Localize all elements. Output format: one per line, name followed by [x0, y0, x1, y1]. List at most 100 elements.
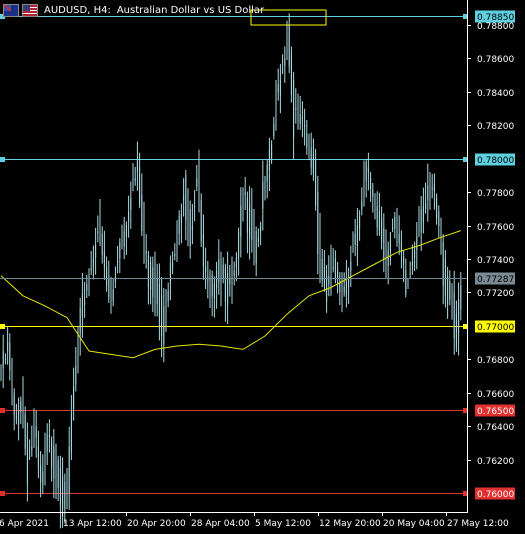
line-handle[interactable] [0, 157, 5, 162]
price-tick-label: 0.77800 [477, 189, 514, 199]
candle-body [458, 299, 460, 335]
candle-body [37, 445, 39, 467]
candle-body [389, 239, 391, 251]
candle-body [77, 332, 79, 360]
candle-body [271, 144, 273, 159]
candle-body [429, 186, 431, 195]
candle-body [345, 281, 347, 296]
candle-body [205, 267, 207, 273]
candles [0, 13, 462, 529]
candle-body [433, 183, 435, 192]
candle-body [312, 153, 314, 174]
candle-body [185, 175, 187, 221]
candle-body [436, 197, 438, 219]
candle-body [414, 250, 416, 258]
candle-body [18, 409, 20, 425]
candle-body [367, 166, 369, 174]
candle-body [22, 392, 24, 425]
candle-body [42, 471, 44, 485]
candle-body [332, 267, 334, 269]
line-price-tag-text: 0.78000 [477, 156, 514, 166]
candle-body [117, 261, 119, 263]
candle-body [125, 225, 127, 238]
candle-body [233, 270, 235, 276]
candle-body [191, 225, 193, 229]
candle-body [130, 197, 132, 211]
candle-body [323, 267, 325, 288]
candle-body [376, 206, 378, 228]
candle-body [370, 178, 372, 190]
candle-body [134, 178, 136, 181]
candle-body [180, 214, 182, 224]
price-chart[interactable]: 0.78800 0.78600 0.78400 0.78200 0.77800 0.776… [0, 0, 525, 534]
candle-body [196, 178, 198, 187]
time-tick-label: 6 Apr 2021 [0, 519, 49, 529]
time-tick-label: 20 May 04:00 [383, 519, 445, 529]
price-tick-label: 0.77400 [477, 256, 514, 266]
line-handle[interactable] [0, 408, 5, 413]
candle-body [295, 108, 297, 110]
candle-body [86, 284, 88, 291]
line-price-tag-text: 0.78850 [477, 13, 514, 23]
candle-body [128, 211, 130, 222]
candle-body [48, 434, 50, 438]
candle-body [112, 289, 114, 301]
candle-body [352, 245, 354, 248]
candle-body [235, 257, 237, 268]
candle-body [449, 281, 451, 300]
candle-body [64, 482, 66, 510]
candle-body [229, 278, 231, 285]
candle-body [84, 300, 86, 305]
us-flag-icon [22, 3, 38, 17]
current-price-tag-text: 0.77287 [477, 275, 514, 285]
line-handle[interactable] [0, 324, 5, 329]
candle-body [108, 278, 110, 298]
horizontal-lines[interactable] [0, 14, 468, 496]
candle-body [35, 426, 37, 438]
candle-body [99, 217, 101, 228]
candle-body [293, 80, 295, 139]
candle-body [249, 203, 251, 239]
candle-body [304, 125, 306, 127]
candle-body [51, 440, 53, 468]
candle-body [301, 116, 303, 119]
candle-body [279, 80, 281, 96]
candle-body [9, 342, 11, 371]
candle-body [145, 250, 147, 255]
candle-body [297, 107, 299, 112]
candle-body [264, 185, 266, 193]
candle-body [106, 267, 108, 286]
candle-body [231, 267, 233, 285]
candle-body [88, 275, 90, 286]
candle-body [330, 259, 332, 276]
price-tick-label: 0.78600 [477, 55, 514, 65]
candle-body [262, 182, 264, 209]
candle-body [308, 141, 310, 149]
candle-body [394, 217, 396, 229]
candle-body [455, 313, 457, 347]
candle-body [385, 239, 387, 269]
candle-body [165, 298, 167, 318]
candle-body [222, 264, 224, 279]
candle-body [405, 270, 407, 295]
line-price-tag-text: 0.76000 [477, 490, 514, 500]
candle-body [242, 197, 244, 215]
candle-body [31, 446, 33, 451]
candle-body [447, 275, 449, 304]
candle-body [277, 84, 279, 92]
candle-body [143, 222, 145, 260]
candle-body [321, 259, 323, 281]
candle-body [62, 476, 64, 509]
candle-body [4, 359, 6, 361]
candle-body [418, 222, 420, 227]
symbol-description: Australian Dollar vs US Dollar [116, 4, 265, 16]
candle-body [425, 203, 427, 209]
candle-body [139, 166, 141, 205]
candle-body [319, 225, 321, 275]
candle-body [194, 206, 196, 208]
candle-body [266, 164, 268, 181]
candle-body [73, 386, 75, 410]
candle-body [299, 113, 301, 124]
candle-body [288, 24, 290, 67]
line-handle[interactable] [0, 491, 5, 496]
